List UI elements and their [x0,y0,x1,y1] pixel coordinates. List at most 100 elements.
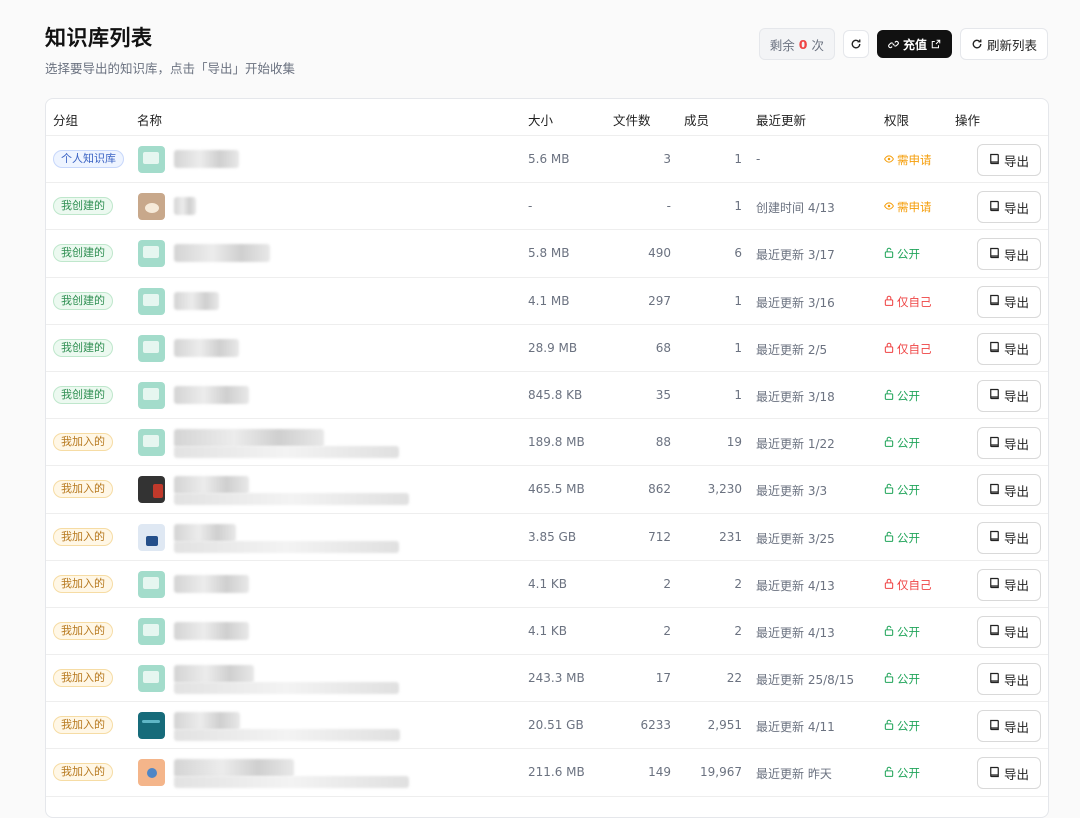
table-row: 我加入的 3.85 GB 712 231 最近更新 3/25 公开 导出 [46,514,1048,561]
book-icon [989,247,1000,262]
recharge-button[interactable]: 充值 [876,30,952,58]
table-row: 个人知识库 5.6 MB 3 1 - 需申请 导出 [46,136,1048,184]
knowledge-base-thumbnail [138,429,165,457]
export-button[interactable]: 导出 [977,663,1041,696]
export-label: 导出 [1003,625,1029,641]
lock-icon [884,342,894,356]
table-header: 分组 名称 大小 文件数 成员 最近更新 权限 操作 [46,99,1048,136]
export-button[interactable]: 导出 [977,474,1041,507]
refresh-icon [851,39,861,49]
knowledge-base-thumbnail [138,617,165,645]
redacted-name [174,665,254,684]
size-cell: - [528,199,533,214]
export-label: 导出 [1003,200,1029,216]
column-header-files: 文件数 [613,113,651,128]
redacted-name [174,150,239,168]
refresh-list-label: 刷新列表 [986,37,1037,53]
reload-remaining-button[interactable] [842,30,869,58]
export-button[interactable]: 导出 [977,568,1041,601]
updated-cell: 最近更新 3/3 [756,484,828,499]
redacted-description [174,493,409,506]
table-row: 我加入的 20.51 GB 6233 2,951 最近更新 4/11 公开 导出 [46,702,1048,750]
permission-cell: 仅自己 [884,341,932,357]
files-cell: 297 [648,293,671,308]
refresh-list-button[interactable]: 刷新列表 [959,28,1048,60]
redacted-description [174,776,409,789]
members-cell: 1 [734,340,742,355]
eye-icon [884,200,894,214]
group-tag: 个人知识库 [53,150,124,168]
permission-label: 公开 [897,483,920,498]
permission-label: 公开 [897,530,920,545]
permission-label: 需申请 [897,200,932,215]
export-button[interactable]: 导出 [977,285,1041,318]
export-label: 导出 [1003,153,1029,169]
members-cell: 19,967 [700,765,742,780]
external-link-icon [931,39,941,49]
redacted-name [174,759,294,778]
files-cell: 88 [655,435,671,450]
group-tag: 我加入的 [53,574,113,593]
updated-cell: 最近更新 4/13 [756,578,835,593]
export-button[interactable]: 导出 [977,379,1041,412]
book-icon [989,153,1000,168]
remaining-count-badge: 剩余 0 次 [758,28,835,60]
size-cell: 4.1 KB [528,576,567,591]
permission-cell: 仅自己 [884,577,932,593]
book-icon [989,530,1000,545]
group-tag: 我创建的 [53,197,113,216]
members-cell: 1 [734,293,742,308]
redacted-name [174,523,236,542]
export-button[interactable]: 导出 [977,144,1041,176]
export-button[interactable]: 导出 [977,710,1041,743]
export-button[interactable]: 导出 [977,521,1041,554]
export-button[interactable]: 导出 [977,757,1041,790]
table-row: 我创建的 - - 1 创建时间 4/13 需申请 导出 [46,183,1048,231]
permission-cell: 需申请 [884,199,932,215]
lock-open-icon [884,719,894,733]
redacted-description [174,540,399,553]
knowledge-base-table: 分组 名称 大小 文件数 成员 最近更新 权限 操作 个人知识库 5.6 MB … [45,98,1049,818]
members-cell: 2 [734,576,742,591]
table-body: 个人知识库 5.6 MB 3 1 - 需申请 导出 我创建的 - - 1 创建时… [46,136,1048,797]
permission-label: 公开 [897,624,920,639]
book-icon [989,719,1000,734]
size-cell: 465.5 MB [528,482,585,497]
book-icon [989,624,1000,639]
members-cell: 231 [719,529,742,544]
group-tag: 我加入的 [53,527,113,546]
updated-cell: 最近更新 3/25 [756,531,835,546]
size-cell: 4.1 MB [528,293,570,308]
files-cell: 149 [648,765,671,780]
export-button[interactable]: 导出 [977,615,1041,648]
book-icon [989,200,1000,215]
permission-label: 仅自己 [897,341,932,356]
remaining-suffix: 次 [811,37,824,53]
export-button[interactable]: 导出 [977,191,1041,224]
page-subtitle: 选择要导出的知识库，点击「导出」开始收集 [45,61,296,76]
redacted-name [174,429,324,448]
members-cell: 2 [734,623,742,638]
book-icon [989,341,1000,356]
table-row: 我创建的 4.1 MB 297 1 最近更新 3/16 仅自己 导出 [46,278,1048,325]
lock-open-icon [884,625,894,639]
permission-label: 公开 [897,766,920,781]
group-tag: 我加入的 [53,480,113,499]
table-row: 我加入的 211.6 MB 149 19,967 最近更新 昨天 公开 导出 [46,749,1048,797]
files-cell: - [666,199,671,214]
export-button[interactable]: 导出 [977,238,1041,271]
knowledge-base-thumbnail [138,240,165,268]
book-icon [989,294,1000,309]
files-cell: 68 [655,340,671,355]
table-row: 我加入的 4.1 KB 2 2 最近更新 4/13 公开 导出 [46,608,1048,656]
redacted-name [174,476,249,495]
export-label: 导出 [1003,295,1029,311]
export-button[interactable]: 导出 [977,332,1041,365]
updated-cell: 最近更新 3/16 [756,295,835,310]
permission-cell: 公开 [884,530,920,546]
export-button[interactable]: 导出 [977,427,1041,460]
lock-open-icon [884,436,894,450]
permission-cell: 公开 [884,435,920,451]
members-cell: 6 [734,246,742,261]
export-label: 导出 [1003,719,1029,735]
